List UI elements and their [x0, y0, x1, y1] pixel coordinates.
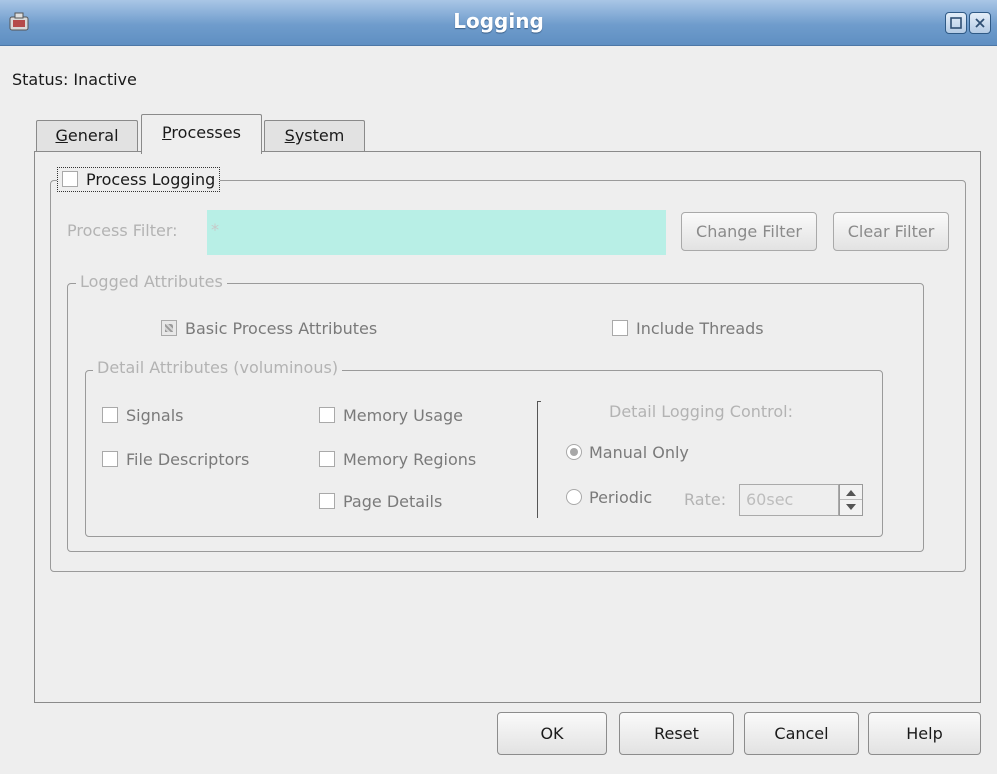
status-label: Status: — [12, 70, 69, 89]
memory-usage-check-icon — [319, 407, 335, 423]
tab-processes-label: rocesses — [171, 123, 241, 142]
manual-only-label: Manual Only — [589, 443, 689, 462]
periodic-radio-icon — [566, 489, 582, 505]
tab-general[interactable]: General — [36, 120, 138, 152]
help-button[interactable]: Help — [868, 712, 981, 755]
window-title: Logging — [453, 9, 544, 33]
logged-attributes-legend: Logged Attributes — [76, 272, 227, 291]
manual-only-radio[interactable]: Manual Only — [566, 443, 689, 462]
periodic-radio[interactable]: Periodic — [566, 488, 652, 507]
maximize-button[interactable] — [945, 12, 967, 34]
process-logging-label: Process Logging — [86, 170, 216, 189]
maximize-icon — [950, 17, 962, 29]
page-details-label: Page Details — [343, 492, 443, 511]
rate-decrement-button[interactable] — [840, 500, 862, 515]
process-filter-label: Process Filter: — [67, 221, 178, 240]
signals-label: Signals — [126, 406, 184, 425]
include-threads-checkbox[interactable]: Include Threads — [612, 319, 764, 338]
tab-general-mnemonic: G — [55, 126, 68, 145]
file-descriptors-check-icon — [102, 451, 118, 467]
basic-attributes-checkbox[interactable]: Basic Process Attributes — [161, 319, 377, 338]
basic-attributes-label: Basic Process Attributes — [185, 319, 378, 338]
clear-filter-button[interactable]: Clear Filter — [833, 212, 949, 251]
rate-input[interactable]: 60sec — [739, 484, 839, 516]
process-logging-check-icon — [62, 171, 78, 187]
memory-regions-check-icon — [319, 451, 335, 467]
cancel-button[interactable]: Cancel — [744, 712, 859, 755]
manual-only-radio-icon — [566, 444, 582, 460]
tab-system[interactable]: System — [264, 120, 365, 152]
reset-button[interactable]: Reset — [619, 712, 734, 755]
signals-check-icon — [102, 407, 118, 423]
detail-logging-control-label: Detail Logging Control: — [609, 402, 794, 421]
process-logging-checkbox[interactable]: Process Logging — [57, 167, 221, 192]
title-bar[interactable]: Logging — [0, 0, 997, 46]
rate-label: Rate: — [684, 490, 727, 509]
tab-general-label: eneral — [67, 126, 119, 145]
periodic-label: Periodic — [589, 488, 653, 507]
include-threads-check-icon — [612, 320, 628, 336]
tab-processes[interactable]: Processes — [141, 114, 262, 154]
status-line: Status: Inactive — [12, 70, 137, 89]
detail-attributes-legend: Detail Attributes (voluminous) — [93, 358, 343, 377]
memory-usage-checkbox[interactable]: Memory Usage — [319, 406, 463, 425]
memory-regions-checkbox[interactable]: Memory Regions — [319, 450, 476, 469]
file-descriptors-checkbox[interactable]: File Descriptors — [102, 450, 249, 469]
status-value: Inactive — [73, 70, 137, 89]
tab-system-label: ystem — [294, 126, 345, 145]
close-button[interactable] — [969, 12, 991, 34]
tab-system-mnemonic: S — [284, 126, 295, 145]
rate-increment-button[interactable] — [840, 485, 862, 500]
page-details-checkbox[interactable]: Page Details — [319, 492, 442, 511]
rate-spinner[interactable] — [839, 484, 863, 516]
ok-button[interactable]: OK — [497, 712, 607, 755]
basic-attributes-check-icon — [161, 320, 177, 336]
detail-separator — [537, 401, 541, 518]
file-descriptors-label: File Descriptors — [126, 450, 250, 469]
close-icon — [975, 18, 985, 28]
arrow-up-icon — [846, 490, 856, 496]
include-threads-label: Include Threads — [636, 319, 764, 338]
arrow-down-icon — [846, 504, 856, 510]
memory-usage-label: Memory Usage — [343, 406, 464, 425]
signals-checkbox[interactable]: Signals — [102, 406, 183, 425]
page-details-check-icon — [319, 493, 335, 509]
change-filter-button[interactable]: Change Filter — [681, 212, 817, 251]
process-filter-field[interactable]: * — [207, 210, 666, 255]
memory-regions-label: Memory Regions — [343, 450, 477, 469]
